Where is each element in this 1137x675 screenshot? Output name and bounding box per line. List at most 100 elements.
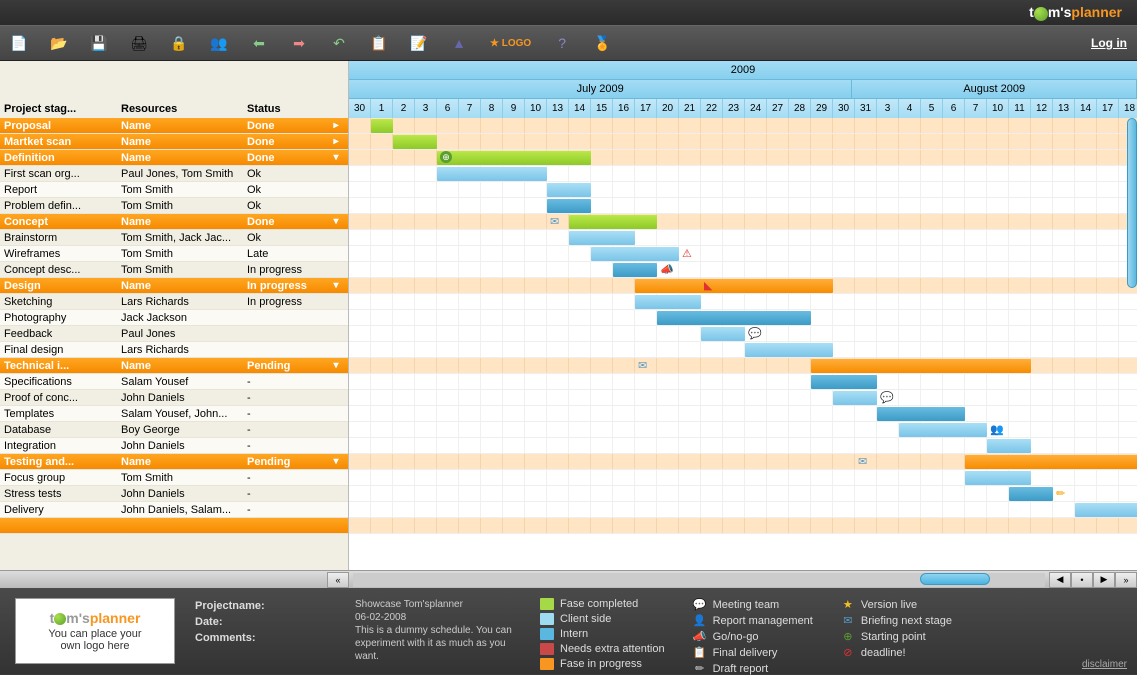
day-cell[interactable]: 31 [855, 99, 877, 118]
gantt-bar[interactable] [811, 375, 877, 389]
save-icon[interactable]: 💾 [90, 34, 108, 52]
col-header-resources[interactable]: Resources [117, 103, 243, 115]
gantt-bar[interactable] [635, 295, 701, 309]
gantt-bar[interactable] [613, 263, 657, 277]
day-cell[interactable]: 30 [833, 99, 855, 118]
cert-icon[interactable]: 🏅 [593, 34, 611, 52]
day-cell[interactable]: 6 [437, 99, 459, 118]
gantt-bar[interactable] [877, 407, 965, 421]
col-header-status[interactable]: Status [243, 103, 343, 115]
gantt-bar[interactable] [393, 135, 437, 149]
task-row[interactable]: Proof of conc...John Daniels- [0, 390, 348, 406]
gantt-row[interactable]: ◣ [349, 278, 1137, 294]
gantt-row[interactable]: ✉ [349, 358, 1137, 374]
phase-row[interactable]: Technical i...NamePending▾ [0, 358, 348, 374]
scroll-left-fast[interactable]: « [327, 572, 349, 588]
phase-row[interactable]: ConceptNameDone▾ [0, 214, 348, 230]
gantt-bar[interactable] [745, 343, 833, 357]
task-row[interactable]: SpecificationsSalam Yousef- [0, 374, 348, 390]
gantt-row[interactable] [349, 182, 1137, 198]
task-row[interactable]: IntegrationJohn Daniels- [0, 438, 348, 454]
day-cell[interactable]: 24 [745, 99, 767, 118]
day-cell[interactable]: 16 [613, 99, 635, 118]
phase-row[interactable]: DefinitionNameDone▾ [0, 150, 348, 166]
day-cell[interactable]: 22 [701, 99, 723, 118]
task-row[interactable]: SketchingLars RichardsIn progress [0, 294, 348, 310]
gantt-row[interactable] [349, 406, 1137, 422]
chevron-icon[interactable]: ▾ [329, 360, 343, 371]
day-cell[interactable]: 11 [1009, 99, 1031, 118]
login-link[interactable]: Log in [1091, 36, 1127, 50]
gantt-row[interactable] [349, 518, 1137, 534]
day-cell[interactable]: 3 [415, 99, 437, 118]
gantt-bar[interactable] [701, 327, 745, 341]
task-row[interactable]: Concept desc...Tom SmithIn progress [0, 262, 348, 278]
scroll-thumb[interactable] [920, 573, 990, 585]
gantt-row[interactable]: 💬 [349, 390, 1137, 406]
task-row[interactable]: Problem defin...Tom SmithOk [0, 198, 348, 214]
day-cell[interactable]: 17 [1097, 99, 1119, 118]
day-cell[interactable]: 29 [811, 99, 833, 118]
vertical-scrollbar[interactable] [1127, 118, 1137, 570]
col-header-stage[interactable]: Project stag... [0, 103, 117, 115]
scroll-right[interactable]: ▶ [1093, 572, 1115, 588]
scroll-right-fast[interactable]: » [1115, 572, 1137, 588]
task-row[interactable]: Final designLars Richards [0, 342, 348, 358]
chevron-icon[interactable]: ▾ [329, 456, 343, 467]
gantt-bar[interactable] [371, 119, 393, 133]
task-row[interactable]: Focus groupTom Smith- [0, 470, 348, 486]
gantt-bar[interactable] [1009, 487, 1053, 501]
gantt-row[interactable] [349, 438, 1137, 454]
help-icon[interactable]: ? [553, 34, 571, 52]
day-cell[interactable]: 28 [789, 99, 811, 118]
scroll-dot[interactable]: • [1071, 572, 1093, 588]
gantt-bar[interactable] [899, 423, 987, 437]
chevron-icon[interactable]: ▾ [329, 280, 343, 291]
day-cell[interactable]: 2 [393, 99, 415, 118]
task-row[interactable]: TemplatesSalam Yousef, John...- [0, 406, 348, 422]
day-cell[interactable]: 5 [921, 99, 943, 118]
gantt-row[interactable]: ⚠ [349, 246, 1137, 262]
gantt-row[interactable] [349, 230, 1137, 246]
gantt-row[interactable] [349, 134, 1137, 150]
new-file-icon[interactable]: 📄 [10, 34, 28, 52]
day-cell[interactable]: 30 [349, 99, 371, 118]
phase-row[interactable]: ProposalNameDone▸ [0, 118, 348, 134]
chevron-icon[interactable]: ▾ [329, 152, 343, 163]
gantt-bar[interactable] [811, 359, 1031, 373]
gantt-row[interactable]: 💬 [349, 326, 1137, 342]
logo-button[interactable]: ★ LOGO [490, 38, 531, 49]
day-cell[interactable]: 13 [1053, 99, 1075, 118]
day-cell[interactable]: 13 [547, 99, 569, 118]
print-icon[interactable]: 🖨 [130, 34, 148, 52]
task-row[interactable]: ReportTom SmithOk [0, 182, 348, 198]
gantt-bar[interactable] [569, 231, 635, 245]
task-row[interactable]: WireframesTom SmithLate [0, 246, 348, 262]
task-row[interactable]: PhotographyJack Jackson [0, 310, 348, 326]
gantt-row[interactable]: 👥 [349, 422, 1137, 438]
gantt-bar[interactable] [965, 471, 1031, 485]
gantt-bar[interactable] [833, 391, 877, 405]
day-cell[interactable]: 4 [899, 99, 921, 118]
gantt-row[interactable] [349, 166, 1137, 182]
import-icon[interactable]: ⬅ [250, 34, 268, 52]
gantt-bar[interactable] [437, 151, 591, 165]
gantt-row[interactable] [349, 198, 1137, 214]
day-cell[interactable]: 21 [679, 99, 701, 118]
day-cell[interactable]: 20 [657, 99, 679, 118]
vscroll-thumb[interactable] [1127, 118, 1137, 288]
day-cell[interactable]: 14 [569, 99, 591, 118]
day-cell[interactable]: 10 [525, 99, 547, 118]
gantt-bar[interactable] [547, 199, 591, 213]
gantt-row[interactable]: ⊕ [349, 150, 1137, 166]
day-cell[interactable]: 15 [591, 99, 613, 118]
edit-icon[interactable]: 📝 [410, 34, 428, 52]
task-row[interactable]: BrainstormTom Smith, Jack Jac...Ok [0, 230, 348, 246]
scroll-track[interactable] [353, 573, 1045, 587]
task-row[interactable]: Stress testsJohn Daniels- [0, 486, 348, 502]
gantt-row[interactable] [349, 118, 1137, 134]
gantt-row[interactable]: 📣 [349, 262, 1137, 278]
day-cell[interactable]: 23 [723, 99, 745, 118]
phase-row[interactable]: DesignNameIn progress▾ [0, 278, 348, 294]
gantt-bar[interactable] [657, 311, 811, 325]
